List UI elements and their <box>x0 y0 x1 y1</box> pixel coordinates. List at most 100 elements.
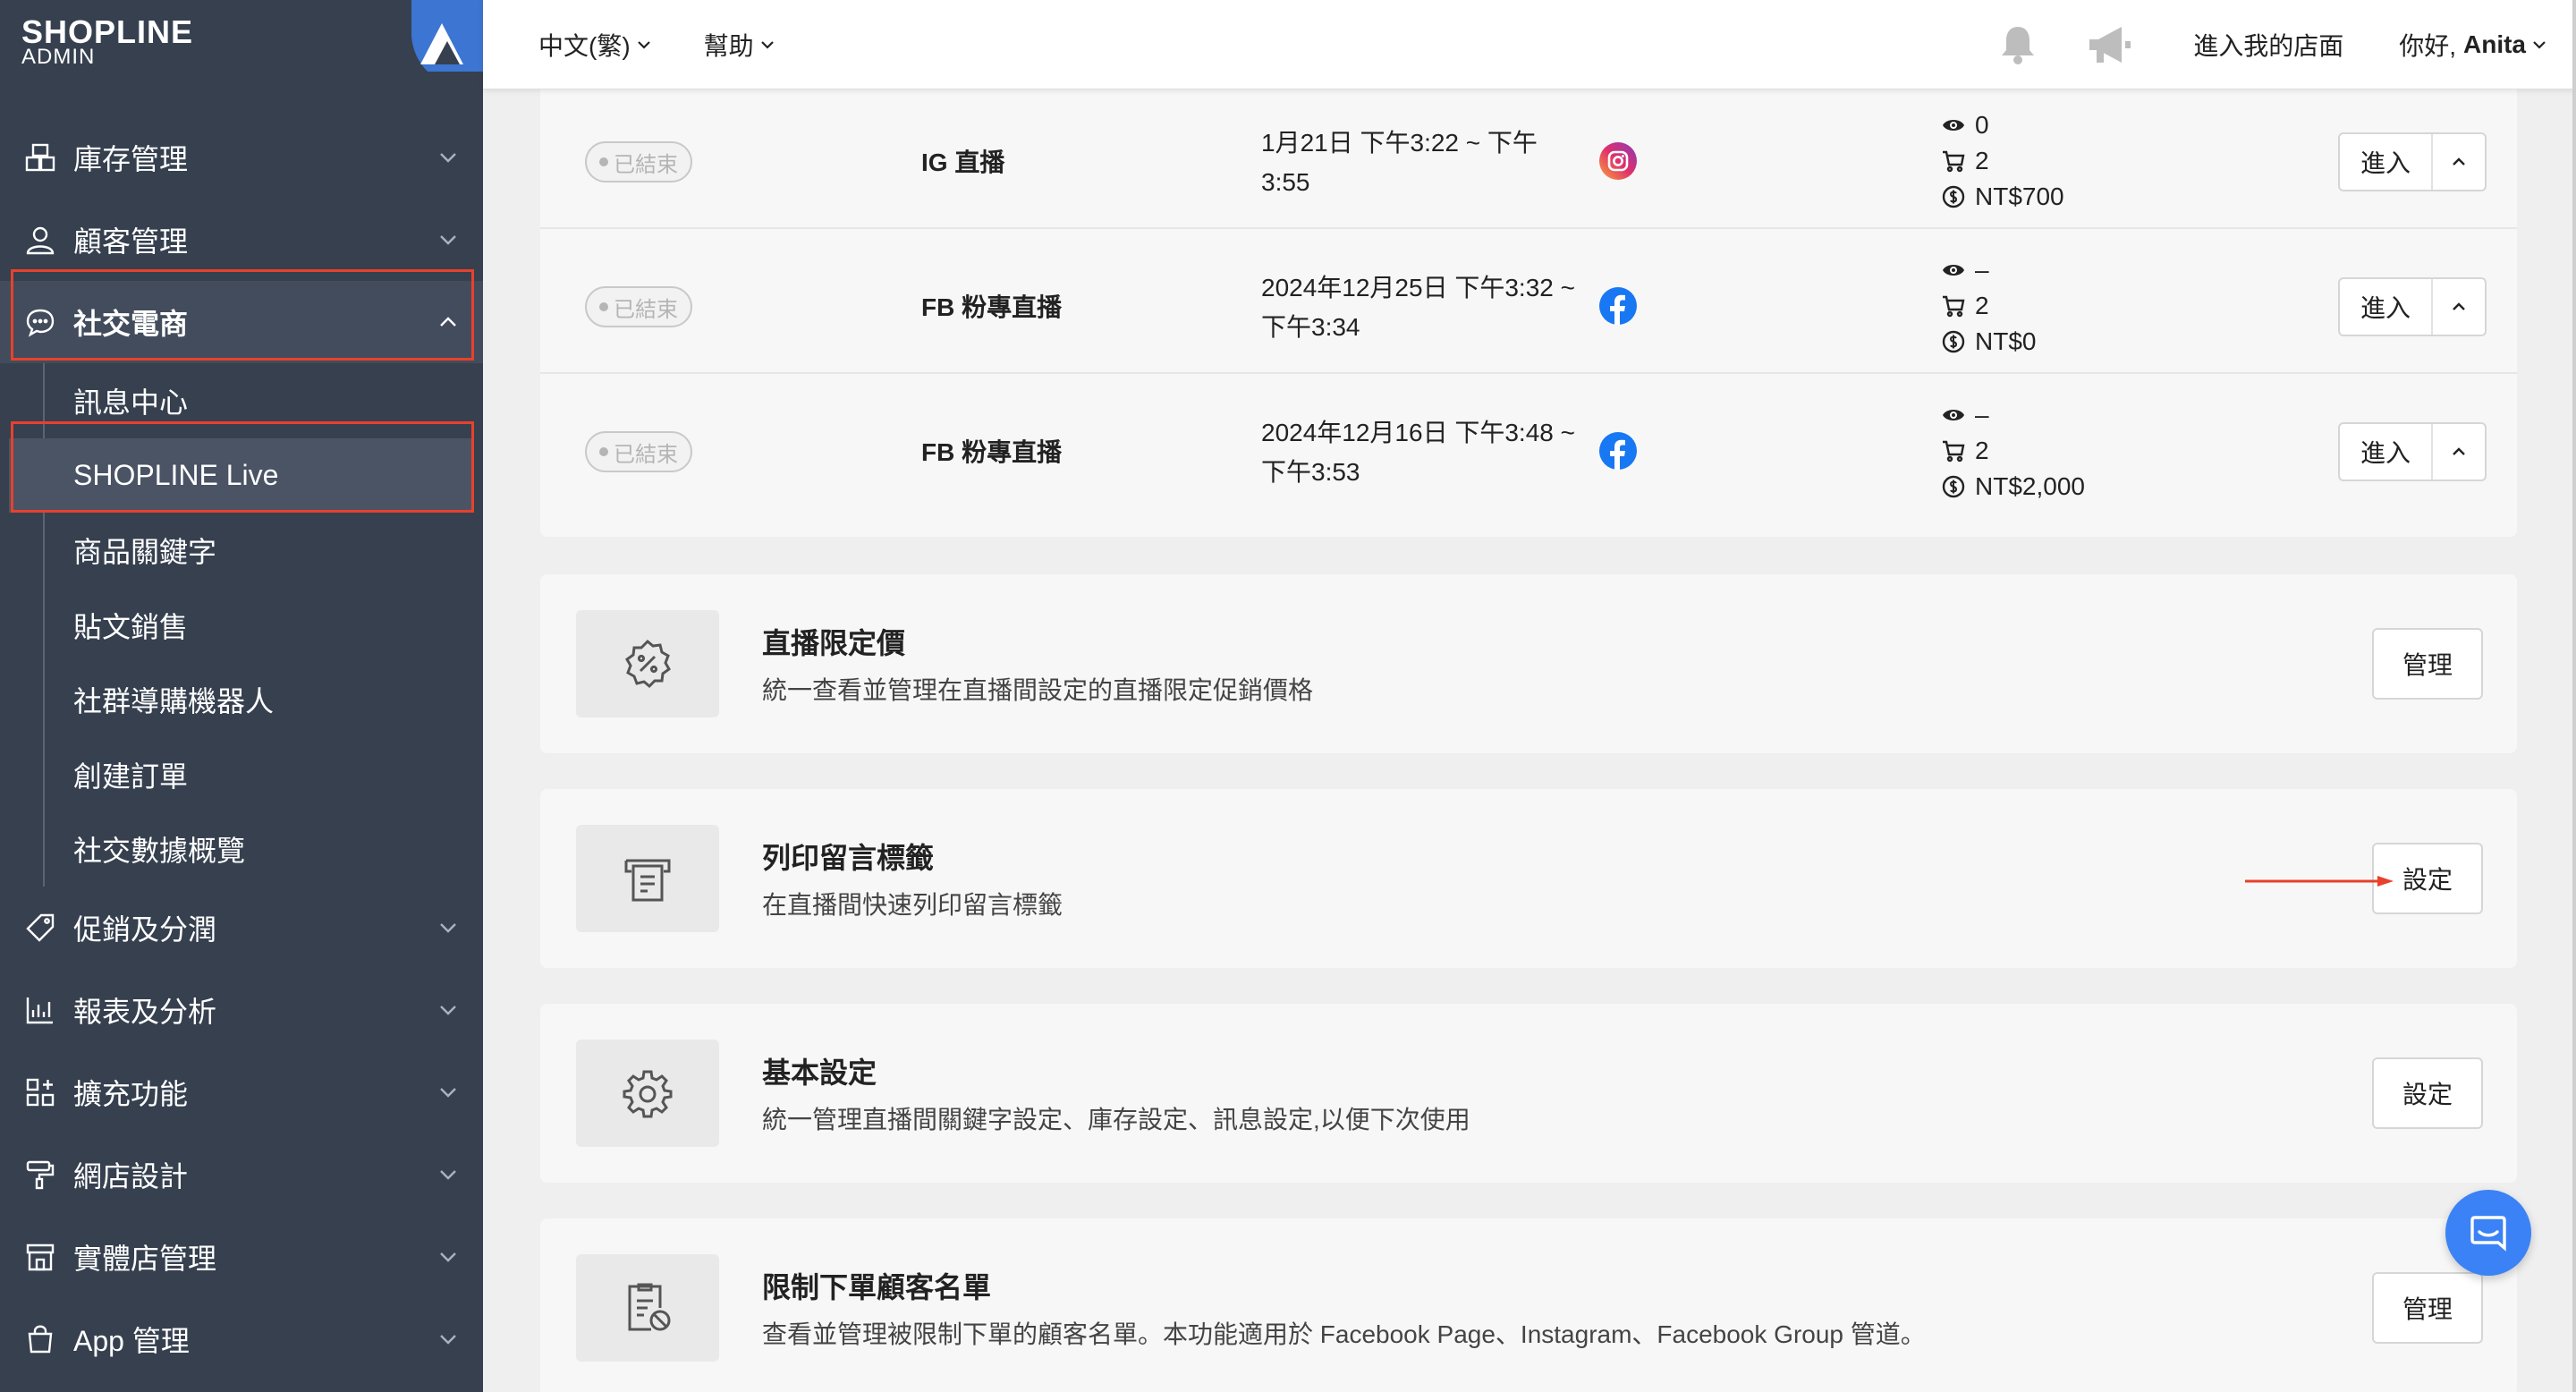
feature-icon-box <box>576 825 719 932</box>
blocked-list-icon <box>628 1283 671 1331</box>
dollar-icon <box>1942 185 1965 208</box>
collapse-button[interactable] <box>2433 424 2485 480</box>
sub-item-social-bot[interactable]: 社群導購機器人 <box>0 662 483 737</box>
status-badge: 已結束 <box>585 286 692 327</box>
manage-button[interactable]: 管理 <box>2372 1272 2483 1344</box>
sub-item-label: 商品關鍵字 <box>73 535 217 568</box>
stream-actions: 進入 <box>2338 132 2487 191</box>
menu-item-reports[interactable]: 報表及分析 <box>0 969 483 1051</box>
user-name: Anita <box>2463 30 2526 58</box>
apps-icon <box>23 1075 57 1109</box>
status-badge: 已結束 <box>585 431 692 472</box>
feature-description: 統一查看並管理在直播間設定的直播限定促銷價格 <box>762 676 1314 704</box>
discount-badge-icon <box>625 639 671 689</box>
printer-icon <box>624 859 671 902</box>
collapse-button[interactable] <box>2433 134 2485 190</box>
eye-icon <box>1943 120 1964 131</box>
stream-time: 2024年12月16日 下午3:48 ~ 下午3:53 <box>1261 419 1575 486</box>
chevron-down-icon <box>440 1170 456 1180</box>
sub-item-social-analytics[interactable]: 社交數據概覽 <box>0 812 483 887</box>
feature-basic-settings: 基本設定 統一管理直播間關鍵字設定、庫存設定、訊息設定,以便下次使用 設定 <box>540 1004 2517 1183</box>
instagram-icon <box>1599 142 1637 180</box>
sub-item-shopline-live[interactable]: SHOPLINE Live <box>9 437 474 514</box>
megaphone-icon[interactable] <box>2086 23 2132 66</box>
chevron-down-icon <box>440 923 456 933</box>
brand-mark-icon <box>411 0 483 72</box>
stream-actions: 進入 <box>2338 422 2487 481</box>
view-count: – <box>1975 401 1989 429</box>
chevron-up-icon <box>2453 157 2465 166</box>
dollar-icon <box>1942 475 1965 498</box>
facebook-icon <box>1599 287 1637 325</box>
sub-item-message-center[interactable]: 訊息中心 <box>0 363 483 438</box>
enter-button[interactable]: 進入 <box>2340 424 2433 480</box>
user-icon <box>23 223 57 257</box>
sidebar: SHOPLINE ADMIN 庫存管理 顧客管理 社交電商 訊息中心 SHOPL… <box>0 0 483 1392</box>
chevron-down-icon <box>440 1088 456 1098</box>
visit-store-link[interactable]: 進入我的店面 <box>2193 27 2343 63</box>
menu-item-retail-store[interactable]: 實體店管理 <box>0 1216 483 1298</box>
inventory-icon <box>23 140 57 174</box>
chevron-down-icon <box>440 153 456 163</box>
menu-item-label: 顧客管理 <box>73 225 189 258</box>
support-chat-button[interactable] <box>2445 1190 2531 1276</box>
view-count: 0 <box>1975 111 1989 139</box>
sub-item-post-sales[interactable]: 貼文銷售 <box>0 588 483 663</box>
stream-title: FB 粉專直播 <box>921 438 1063 466</box>
dollar-icon <box>1942 330 1965 353</box>
annotation-arrow <box>2245 876 2394 887</box>
feature-blocked-customers: 限制下單顧客名單 查看並管理被限制下單的顧客名單。本功能適用於 Facebook… <box>540 1218 2517 1392</box>
live-stream-list: 已結束 IG 直播 1月21日 下午3:22 ~ 下午3:55 0 2 NT$7… <box>540 89 2517 537</box>
bag-icon <box>23 1322 57 1356</box>
cart-icon <box>1943 295 1965 318</box>
settings-button[interactable]: 設定 <box>2372 1057 2483 1129</box>
enter-button[interactable]: 進入 <box>2340 279 2433 335</box>
stream-row: 已結束 IG 直播 1月21日 下午3:22 ~ 下午3:55 0 2 NT$7… <box>540 89 2517 229</box>
menu-item-label: 報表及分析 <box>73 996 217 1029</box>
social-commerce-submenu: 訊息中心 SHOPLINE Live 商品關鍵字 貼文銷售 社群導購機器人 創建… <box>0 363 483 887</box>
visit-store-label: 進入我的店面 <box>2193 32 2344 60</box>
menu-item-social-commerce[interactable]: 社交電商 <box>0 281 483 363</box>
collapse-button[interactable] <box>2433 279 2485 335</box>
feature-title: 基本設定 <box>762 1057 877 1089</box>
feature-description: 查看並管理被限制下單的顧客名單。本功能適用於 Facebook Page、Ins… <box>762 1320 1926 1348</box>
menu-item-customers[interactable]: 顧客管理 <box>0 199 483 281</box>
help-menu[interactable]: 幫助 <box>704 27 775 63</box>
revenue: NT$700 <box>1975 182 2064 210</box>
account-menu[interactable]: 你好, Anita <box>2399 27 2547 63</box>
menu-item-app-management[interactable]: App 管理 <box>0 1298 483 1380</box>
stream-row: 已結束 FB 粉專直播 2024年12月25日 下午3:32 ~ 下午3:34 … <box>540 229 2517 374</box>
menu-item-inventory[interactable]: 庫存管理 <box>0 116 483 199</box>
chevron-down-icon <box>440 235 456 245</box>
chevron-down-icon <box>440 1252 456 1262</box>
feature-description: 在直播間快速列印留言標籤 <box>762 891 1063 919</box>
menu-item-promotions[interactable]: 促銷及分潤 <box>0 887 483 969</box>
menu-item-label: 社交電商 <box>73 308 189 340</box>
sub-item-label: 社群導購機器人 <box>73 685 275 718</box>
enter-button[interactable]: 進入 <box>2340 134 2433 190</box>
stream-actions: 進入 <box>2338 277 2487 336</box>
sub-item-product-keywords[interactable]: 商品關鍵字 <box>0 513 483 588</box>
revenue: NT$2,000 <box>1975 472 2085 500</box>
menu-item-extensions[interactable]: 擴充功能 <box>0 1051 483 1133</box>
manage-button[interactable]: 管理 <box>2372 628 2483 700</box>
chevron-down-icon <box>2533 41 2546 49</box>
shopline-logo[interactable]: SHOPLINE ADMIN <box>21 13 193 68</box>
chevron-down-icon <box>440 1335 456 1345</box>
tag-icon <box>23 911 57 945</box>
greeting-label: 你好, <box>2399 32 2456 60</box>
stream-title: FB 粉專直播 <box>921 293 1063 321</box>
menu-item-store-design[interactable]: 網店設計 <box>0 1133 483 1216</box>
window-edge <box>2572 0 2576 1392</box>
feature-print-labels: 列印留言標籤 在直播間快速列印留言標籤 設定 <box>540 789 2517 968</box>
top-bar-right: 進入我的店面 你好, Anita <box>1996 0 2576 89</box>
chevron-down-icon <box>760 40 774 49</box>
bell-icon[interactable] <box>1996 23 2039 66</box>
language-selector[interactable]: 中文(繁) <box>538 27 652 63</box>
feature-description: 統一管理直播間關鍵字設定、庫存設定、訊息設定,以便下次使用 <box>762 1106 1470 1133</box>
menu-item-label: 擴充功能 <box>73 1078 189 1111</box>
sub-item-create-order[interactable]: 創建訂單 <box>0 737 483 812</box>
order-count: 2 <box>1975 292 1989 319</box>
main-content: 已結束 IG 直播 1月21日 下午3:22 ~ 下午3:55 0 2 NT$7… <box>483 89 2576 1392</box>
menu-item-label: 網店設計 <box>73 1160 189 1193</box>
